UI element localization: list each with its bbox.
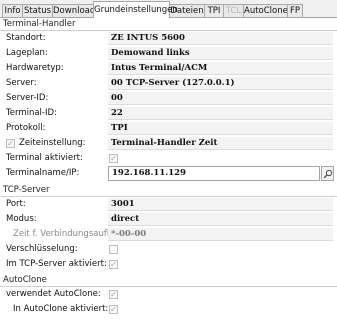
verschluesselung-label: Verschlüsselung: xyxy=(6,244,78,254)
row-standort: Standort: ZE INTUS 5600 xyxy=(0,32,337,45)
row-verwendet-autoclone: verwendet AutoClone: ✓ xyxy=(0,288,337,301)
lageplan-value[interactable]: Demowand links xyxy=(108,47,333,60)
port-value[interactable]: 3001 xyxy=(108,198,333,211)
verwendet-autoclone-label: verwendet AutoClone: xyxy=(6,289,101,299)
row-im-tcp-server: Im TCP-Server aktiviert: ✓ xyxy=(0,258,337,271)
row-zeiteinstellung: ✓ Zeiteinstellung: Terminal-Handler Zeit xyxy=(0,137,337,150)
in-autoclone-label: In AutoClone aktiviert: xyxy=(13,304,108,314)
row-port: Port: 3001 xyxy=(0,198,337,211)
settings-panel: Terminal-Handler Standort: ZE INTUS 5600… xyxy=(0,18,337,331)
server-value[interactable]: 00 TCP-Server (127.0.0.1) xyxy=(108,77,333,90)
zeit-verbindung-value: *-00-00 xyxy=(108,228,333,241)
im-tcp-server-checkbox[interactable]: ✓ xyxy=(109,260,118,269)
hardwaretyp-label: Hardwaretyp: xyxy=(6,63,64,73)
lageplan-label: Lageplan: xyxy=(6,48,48,58)
tab-strip: Info Status Download Grundeinstellungen … xyxy=(0,0,337,18)
tab-tcl: TCL xyxy=(223,4,244,17)
tab-tpi[interactable]: TPI xyxy=(204,4,224,17)
server-label: Server: xyxy=(6,78,37,88)
standort-value[interactable]: ZE INTUS 5600 xyxy=(108,32,333,45)
row-terminal-aktiviert: Terminal aktiviert: ✓ xyxy=(0,152,337,165)
row-hardwaretyp: Hardwaretyp: Intus Terminal/ACM xyxy=(0,62,337,75)
tab-info[interactable]: Info xyxy=(2,4,23,17)
row-zeit-verbindung: Zeit f. Verbindungsaufb.: *-00-00 xyxy=(0,228,337,241)
row-modus: Modus: direct xyxy=(0,213,337,226)
protokoll-label: Protokoll: xyxy=(6,123,46,133)
verschluesselung-checkbox[interactable] xyxy=(109,245,118,254)
row-server: Server: 00 TCP-Server (127.0.0.1) xyxy=(0,77,337,90)
tab-status[interactable]: Status xyxy=(22,4,53,17)
modus-value[interactable]: direct xyxy=(108,213,333,226)
hardwaretyp-value[interactable]: Intus Terminal/ACM xyxy=(108,62,333,75)
search-icon xyxy=(323,169,333,179)
row-terminalname: Terminalname/IP: 192.168.11.129 xyxy=(0,166,337,181)
terminal-id-label: Terminal-ID: xyxy=(6,108,57,118)
server-id-label: Server-ID: xyxy=(6,93,49,103)
row-verschluesselung: Verschlüsselung: xyxy=(0,243,337,256)
protokoll-value[interactable]: TPI xyxy=(108,122,333,135)
verwendet-autoclone-checkbox[interactable]: ✓ xyxy=(109,290,118,299)
section-divider xyxy=(0,286,337,287)
zeit-verbindung-label: Zeit f. Verbindungsaufb.: xyxy=(13,229,108,239)
terminalname-label: Terminalname/IP: xyxy=(6,168,80,178)
tab-autoclone[interactable]: AutoClone xyxy=(243,4,288,17)
zeiteinstellung-value[interactable]: Terminal-Handler Zeit xyxy=(108,137,333,150)
section-header-terminal-handler: Terminal-Handler xyxy=(3,19,76,29)
row-lageplan: Lageplan: Demowand links xyxy=(0,47,337,60)
section-header-tcp-server: TCP-Server xyxy=(3,185,50,195)
terminal-aktiviert-label: Terminal aktiviert: xyxy=(6,153,83,163)
im-tcp-server-label: Im TCP-Server aktiviert: xyxy=(6,259,106,269)
row-in-autoclone: In AutoClone aktiviert: ✓ xyxy=(0,303,337,316)
terminal-id-value[interactable]: 22 xyxy=(108,107,333,120)
in-autoclone-checkbox[interactable]: ✓ xyxy=(109,305,118,314)
search-button[interactable] xyxy=(321,166,334,181)
tab-fp[interactable]: FP xyxy=(287,4,303,17)
tab-download[interactable]: Download xyxy=(52,4,95,17)
section-divider xyxy=(0,30,337,31)
row-terminal-id: Terminal-ID: 22 xyxy=(0,107,337,120)
port-label: Port: xyxy=(6,199,26,209)
zeiteinstellung-checkbox[interactable]: ✓ xyxy=(6,139,15,148)
row-protokoll: Protokoll: TPI xyxy=(0,122,337,135)
terminal-aktiviert-checkbox[interactable]: ✓ xyxy=(109,154,118,163)
terminalname-input[interactable]: 192.168.11.129 xyxy=(108,166,320,181)
server-id-value[interactable]: 00 xyxy=(108,92,333,105)
section-header-autoclone: AutoClone xyxy=(3,275,47,285)
row-server-id: Server-ID: 00 xyxy=(0,92,337,105)
tab-grundeinstellungen[interactable]: Grundeinstellungen xyxy=(93,1,178,18)
section-divider xyxy=(0,196,337,197)
standort-label: Standort: xyxy=(6,33,46,43)
zeiteinstellung-label: Zeiteinstellung: xyxy=(19,138,86,148)
modus-label: Modus: xyxy=(6,214,37,224)
